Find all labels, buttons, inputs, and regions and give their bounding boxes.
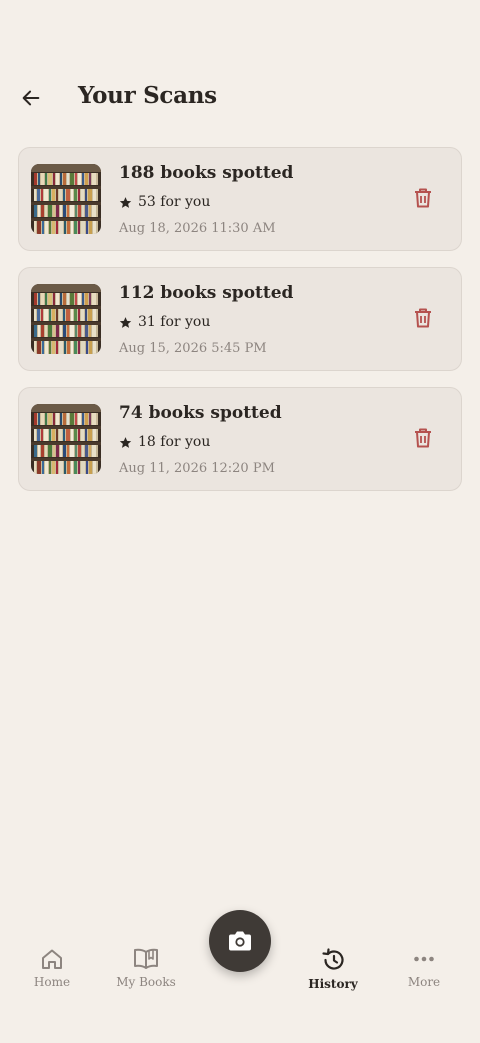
match-label: 31 for you xyxy=(138,314,211,330)
scan-thumbnail xyxy=(31,164,101,234)
star-icon xyxy=(119,436,132,448)
camera-scan-button[interactable] xyxy=(209,910,271,972)
scan-card[interactable]: 112 books spotted 31 for you Aug 15, 202… xyxy=(18,267,462,371)
camera-icon xyxy=(229,931,251,951)
star-icon xyxy=(119,196,132,208)
arrow-left-icon xyxy=(22,90,40,106)
trash-icon xyxy=(415,188,431,208)
scan-date: Aug 15, 2026 5:45 PM xyxy=(119,341,267,356)
nav-my-books-label: My Books xyxy=(116,975,176,989)
trash-icon xyxy=(415,428,431,448)
match-count: 31 for you xyxy=(119,314,210,330)
nav-home-label: Home xyxy=(33,975,71,989)
nav-history-label: History xyxy=(308,977,358,991)
star-icon xyxy=(119,316,132,328)
scan-card[interactable]: 188 books spotted 53 for you Aug 18, 202… xyxy=(18,147,462,251)
back-button[interactable] xyxy=(14,80,48,116)
open-book-icon xyxy=(134,948,158,969)
match-label: 18 for you xyxy=(138,434,211,450)
scan-title: 112 books spotted xyxy=(119,283,294,303)
scan-date: Aug 11, 2026 12:20 PM xyxy=(119,461,275,476)
nav-history[interactable]: History xyxy=(288,948,378,991)
delete-button[interactable] xyxy=(411,186,435,210)
scan-date: Aug 18, 2026 11:30 AM xyxy=(119,221,276,236)
match-count: 53 for you xyxy=(119,194,210,210)
top-bar: Your Scans xyxy=(0,72,480,124)
nav-more[interactable]: More xyxy=(379,948,469,989)
history-icon xyxy=(322,948,344,970)
more-dots-icon xyxy=(414,956,434,962)
scan-list: 188 books spotted 53 for you Aug 18, 202… xyxy=(18,147,462,507)
scan-thumbnail xyxy=(31,284,101,354)
nav-my-books[interactable]: My Books xyxy=(101,948,191,989)
scan-title: 74 books spotted xyxy=(119,403,282,423)
scan-card[interactable]: 74 books spotted 18 for you Aug 11, 2026… xyxy=(18,387,462,491)
scan-title: 188 books spotted xyxy=(119,163,294,183)
scan-thumbnail xyxy=(31,404,101,474)
page-title: Your Scans xyxy=(78,82,217,109)
nav-more-label: More xyxy=(407,975,441,989)
nav-home[interactable]: Home xyxy=(7,948,97,989)
delete-button[interactable] xyxy=(411,306,435,330)
trash-icon xyxy=(415,308,431,328)
match-count: 18 for you xyxy=(119,434,210,450)
home-icon xyxy=(42,949,62,969)
match-label: 53 for you xyxy=(138,194,211,210)
delete-button[interactable] xyxy=(411,426,435,450)
